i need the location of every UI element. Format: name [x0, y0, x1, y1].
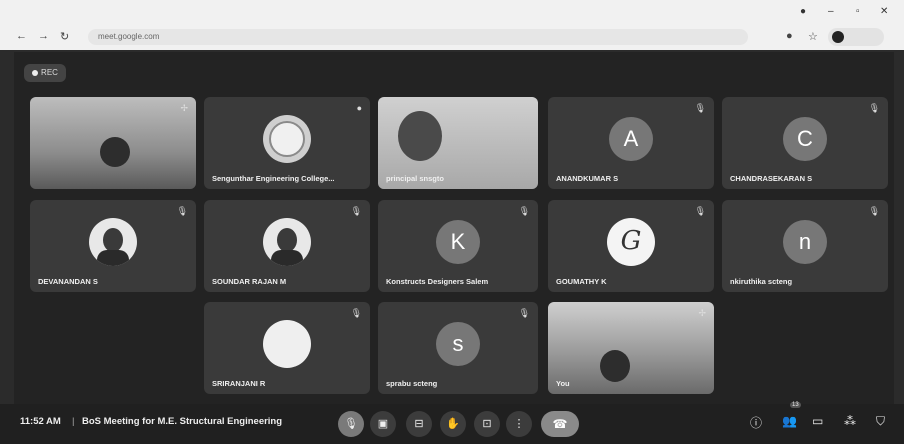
address-bar: ← → ↻ meet.google.com ● ☆ — [0, 24, 904, 50]
chat-icon[interactable]: ▭ — [812, 414, 823, 428]
participant-name: nkiruthika scteng — [730, 277, 793, 286]
participant-photo — [263, 320, 311, 368]
participant-tile[interactable]: 🎙 SOUNDAR RAJAN M — [204, 200, 370, 292]
browser-tab[interactable] — [14, 4, 164, 22]
meeting-clock: 11:52 AM — [20, 416, 61, 427]
people-icon[interactable]: 👥 — [782, 414, 797, 428]
info-icon[interactable]: ⓘ — [750, 414, 762, 431]
browser-chrome: ● – ▫ ✕ ← → ↻ meet.google.com ● ☆ — [0, 0, 904, 50]
back-icon[interactable]: ← — [16, 30, 27, 42]
mic-off-icon: 🎙 — [694, 103, 706, 113]
more-options-icon[interactable]: ⋮ — [506, 411, 532, 437]
end-call-icon[interactable]: ☎ — [541, 411, 579, 437]
participant-name: principal snsgto — [386, 174, 444, 183]
speaking-indicator-icon: ● — [356, 103, 362, 113]
participant-photo — [263, 218, 311, 266]
account-dot-icon[interactable]: ● — [800, 6, 806, 17]
participant-signature-avatar: G — [607, 218, 655, 266]
participant-name: GOUMATHY K — [556, 277, 607, 286]
meeting-stage: REC ✢ ● Sengunthar Engineering College..… — [14, 52, 894, 444]
mic-off-icon: 🎙 — [350, 308, 362, 318]
mic-off-icon[interactable]: 🎙 — [338, 411, 364, 437]
participant-tile[interactable]: C 🎙 CHANDRASEKARAN S — [722, 97, 888, 189]
mic-off-icon: 🎙 — [350, 206, 362, 216]
participant-avatar: K — [436, 220, 480, 264]
photo-body — [97, 250, 129, 266]
participant-avatar: s — [436, 322, 480, 366]
participant-name: Sengunthar Engineering College... — [212, 174, 335, 183]
maximize-icon[interactable]: ▫ — [856, 6, 860, 17]
record-dot-icon — [32, 69, 39, 76]
host-controls-icon[interactable]: ⛉ — [876, 414, 885, 429]
url-field[interactable]: meet.google.com — [88, 29, 748, 45]
participant-video-figure — [100, 137, 130, 167]
mic-off-icon: 🎙 — [868, 103, 880, 113]
participant-name: You — [556, 379, 570, 388]
mic-off-icon: 🎙 — [176, 206, 188, 216]
participant-tile[interactable]: 🎙 DEVANANDAN S — [30, 200, 196, 292]
pin-icon[interactable]: ✢ — [698, 308, 706, 319]
participant-photo — [89, 218, 137, 266]
activities-icon[interactable]: ⁂ — [844, 414, 856, 428]
profile-button[interactable] — [828, 28, 884, 46]
mic-off-icon: 🎙 — [518, 308, 530, 318]
present-icon[interactable]: ⊡ — [474, 411, 500, 437]
participant-name: ANANDKUMAR S — [556, 174, 619, 183]
self-view-tile[interactable]: ✢ You — [548, 302, 714, 394]
extension-icon[interactable]: ● — [786, 30, 793, 42]
participant-tile[interactable]: 🎙 SRIRANJANI R — [204, 302, 370, 394]
participant-tile[interactable]: ✢ — [30, 97, 196, 189]
participant-avatar: C — [783, 117, 827, 161]
pin-icon[interactable]: ✢ — [180, 103, 188, 114]
participant-tile[interactable]: s 🎙 sprabu scteng — [378, 302, 538, 394]
divider: | — [72, 416, 75, 427]
camera-icon[interactable]: ▣ — [370, 411, 396, 437]
participant-tile[interactable]: n 🎙 nkiruthika scteng — [722, 200, 888, 292]
participant-name: CHANDRASEKARAN S — [730, 174, 813, 183]
url-text: meet.google.com — [98, 32, 160, 41]
participant-name: Konstructs Designers Salem — [386, 277, 489, 286]
captions-icon[interactable]: ⊟ — [406, 411, 432, 437]
participant-name: sprabu scteng — [386, 379, 438, 388]
participant-tile[interactable]: principal snsgto — [378, 97, 538, 189]
recording-badge: REC — [24, 64, 66, 82]
photo-face — [103, 228, 123, 252]
participant-avatar: A — [609, 117, 653, 161]
mic-off-icon: 🎙 — [518, 206, 530, 216]
photo-body — [271, 250, 303, 266]
participant-tile[interactable]: K 🎙 Konstructs Designers Salem — [378, 200, 538, 292]
minimize-icon[interactable]: – — [828, 6, 834, 17]
participant-video-figure — [600, 350, 630, 382]
reload-icon[interactable]: ↻ — [60, 30, 69, 43]
participant-video-figure — [398, 111, 442, 161]
mic-off-icon: 🎙 — [868, 206, 880, 216]
participant-tile[interactable]: ● Sengunthar Engineering College... — [204, 97, 370, 189]
photo-face — [277, 228, 297, 252]
participant-avatar: n — [783, 220, 827, 264]
participant-name: SRIRANJANI R — [212, 379, 266, 388]
logo-ring — [269, 121, 305, 157]
meeting-title: BoS Meeting for M.E. Structural Engineer… — [82, 416, 283, 427]
participant-tile[interactable]: A 🎙 ANANDKUMAR S — [548, 97, 714, 189]
profile-avatar — [832, 31, 844, 43]
close-icon[interactable]: ✕ — [880, 6, 888, 17]
mic-off-icon: 🎙 — [694, 206, 706, 216]
recording-label: REC — [41, 68, 58, 77]
participant-tile[interactable]: G 🎙 GOUMATHY K — [548, 200, 714, 292]
tab-bar: ● – ▫ ✕ — [0, 0, 904, 24]
bottom-control-bar: 11:52 AM | BoS Meeting for M.E. Structur… — [0, 402, 904, 444]
participant-name: SOUNDAR RAJAN M — [212, 277, 287, 286]
participant-name: DEVANANDAN S — [38, 277, 98, 286]
raise-hand-icon[interactable]: ✋ — [440, 411, 466, 437]
people-count-badge: 13 — [790, 402, 801, 408]
forward-icon[interactable]: → — [38, 30, 49, 42]
college-logo — [263, 115, 311, 163]
video-feed — [548, 302, 714, 394]
bookmark-icon[interactable]: ☆ — [808, 30, 818, 43]
